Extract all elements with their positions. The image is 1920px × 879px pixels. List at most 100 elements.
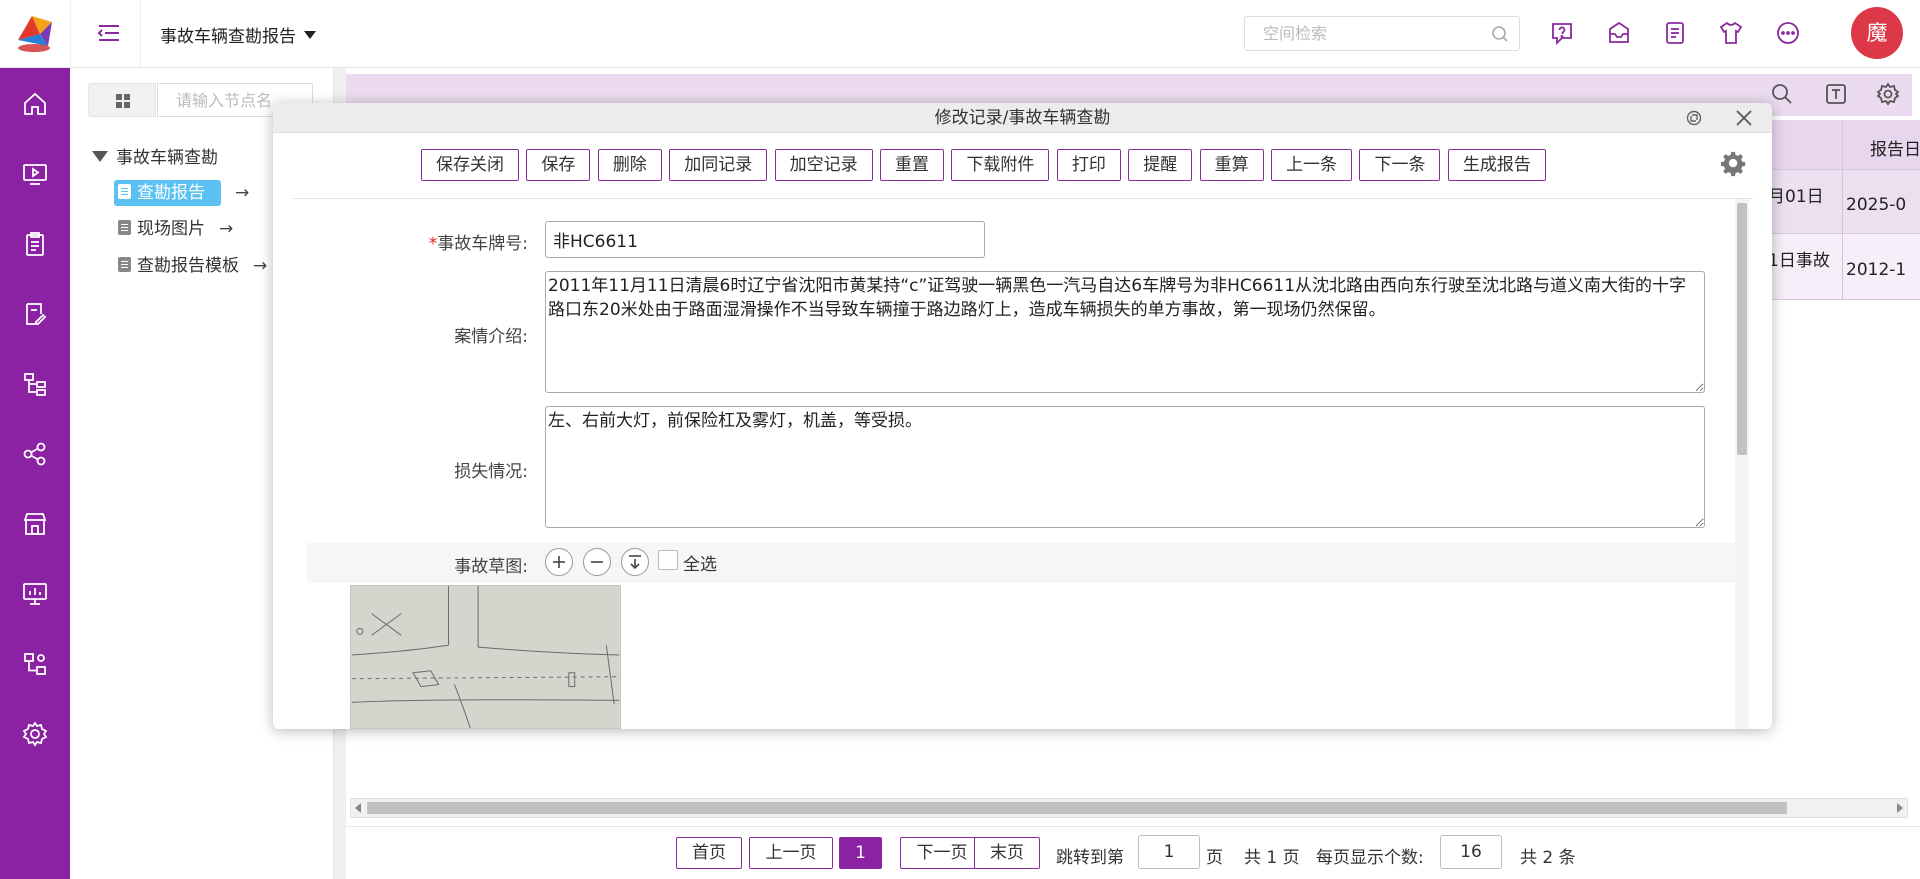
top-header: 事故车辆查勘报告 魔 — [0, 0, 1920, 68]
add-same-record-button[interactable]: 加同记录 — [669, 149, 768, 181]
select-all-label[interactable]: 全选 — [683, 550, 717, 575]
help-icon[interactable] — [1548, 19, 1576, 47]
close-icon[interactable] — [1735, 109, 1753, 127]
next-page-button[interactable]: 下一页 — [900, 837, 984, 869]
tree-item-template[interactable]: 查勘报告模板 → — [118, 251, 267, 276]
first-page-button[interactable]: 首页 — [676, 837, 742, 869]
page-size-input[interactable] — [1440, 835, 1502, 869]
avatar[interactable]: 魔 — [1851, 7, 1903, 59]
expand-triangle-icon[interactable] — [92, 151, 108, 162]
arrow-right-icon[interactable]: → — [253, 256, 267, 276]
prev-page-button[interactable]: 上一页 — [749, 837, 833, 869]
reset-button[interactable]: 重置 — [880, 149, 945, 181]
tree-root-label: 事故车辆查勘 — [116, 148, 218, 168]
horizontal-scrollbar[interactable] — [350, 798, 1908, 818]
modal-title[interactable]: 修改记录/事故车辆查勘 — [273, 103, 1772, 133]
form-edit-icon[interactable] — [21, 300, 49, 328]
scroll-right-icon[interactable] — [1897, 803, 1903, 813]
case-label: 案情介绍: — [454, 327, 528, 347]
search-icon[interactable] — [1491, 25, 1509, 43]
arrow-right-icon[interactable]: → — [219, 219, 233, 239]
total-pages: 共 1 页 — [1244, 848, 1300, 868]
select-all-checkbox[interactable] — [658, 550, 678, 570]
space-search-input[interactable] — [1245, 17, 1475, 50]
inbox-icon[interactable] — [1605, 19, 1633, 47]
loss-label: 损失情况: — [454, 462, 528, 482]
case-description-textarea[interactable]: 2011年11月11日清晨6时辽宁省沈阳市黄某持“c”证驾驶一辆黑色一汽马自达6… — [545, 271, 1705, 393]
more-icon[interactable] — [1774, 19, 1802, 47]
zoom-in-button[interactable] — [545, 548, 573, 576]
menu-toggle-icon[interactable] — [96, 20, 122, 46]
tree-item-label: 查勘报告 — [137, 183, 205, 203]
space-search[interactable] — [1244, 16, 1520, 51]
page-title-dropdown[interactable]: 事故车辆查勘报告 — [160, 22, 316, 47]
screen-play-icon[interactable] — [21, 160, 49, 188]
minus-icon — [591, 561, 603, 563]
document-icon — [118, 184, 131, 199]
app-logo-icon[interactable] — [12, 10, 58, 56]
current-page-button[interactable]: 1 — [839, 837, 882, 869]
table-cell: 2025-0 — [1846, 195, 1907, 215]
tree-structure-icon[interactable] — [21, 370, 49, 398]
save-close-button[interactable]: 保存关闭 — [421, 149, 519, 181]
document-icon — [118, 257, 131, 272]
clipboard-icon[interactable] — [21, 230, 49, 258]
loss-description-textarea[interactable]: 左、右前大灯，前保险杠及雾灯，机盖，等受损。 — [545, 406, 1705, 528]
table-cell: 2012-1 — [1846, 260, 1907, 280]
tree-item-label: 查勘报告模板 — [137, 256, 239, 276]
generate-report-button[interactable]: 生成报告 — [1447, 149, 1546, 181]
column-header-report-date[interactable]: 报告日 — [1870, 135, 1920, 160]
settings-gear-icon[interactable] — [21, 720, 49, 748]
settings-gear-icon[interactable] — [1876, 82, 1900, 106]
sketch-label: 事故草图: — [454, 557, 528, 577]
page-size-label: 每页显示个数: — [1316, 848, 1424, 868]
pagination: 首页 上一页 1 下一页 末页 跳转到第 页 共 1 页 每页显示个数: 共 2… — [346, 826, 1920, 876]
accident-sketch-image[interactable] — [350, 585, 621, 729]
grid-icon — [116, 94, 130, 108]
scroll-thumb[interactable] — [1737, 203, 1747, 455]
last-page-button[interactable]: 末页 — [974, 837, 1040, 869]
tree-root[interactable]: 事故车辆查勘 — [92, 143, 218, 168]
page-title: 事故车辆查勘报告 — [160, 27, 296, 47]
delete-button[interactable]: 删除 — [597, 149, 662, 181]
edit-record-modal: 修改记录/事故车辆查勘 保存关闭 保存 删除 加同记录 加空记录 重置 下载附件… — [273, 103, 1772, 729]
modal-vertical-scrollbar[interactable] — [1735, 199, 1749, 729]
settings-gear-icon[interactable] — [1721, 151, 1747, 177]
prev-record-button[interactable]: 上一条 — [1271, 149, 1353, 181]
search-icon[interactable] — [1770, 82, 1794, 106]
plate-label: *事故车牌号: — [428, 234, 528, 254]
maximize-icon[interactable] — [1686, 110, 1702, 126]
download-attachment-button[interactable]: 下载附件 — [951, 149, 1050, 181]
record-table-fragment: 报告日 月01日 2025-0 1日事故 2012-1 — [1760, 120, 1920, 300]
scroll-left-icon[interactable] — [355, 803, 361, 813]
add-empty-record-button[interactable]: 加空记录 — [774, 149, 873, 181]
download-sketch-button[interactable] — [621, 548, 649, 576]
tree-item-photos[interactable]: 现场图片 → — [118, 214, 233, 239]
recalculate-button[interactable]: 重算 — [1199, 149, 1264, 181]
left-nav — [0, 68, 70, 879]
document-icon — [118, 220, 131, 235]
jump-page-input[interactable] — [1138, 835, 1200, 869]
modal-action-bar: 保存关闭 保存 删除 加同记录 加空记录 重置 下载附件 打印 提醒 重算 上一… — [421, 149, 1548, 181]
theme-shirt-icon[interactable] — [1717, 19, 1745, 47]
scroll-thumb[interactable] — [367, 802, 1787, 814]
tree-item-report[interactable]: 查勘报告 → — [114, 178, 249, 206]
next-record-button[interactable]: 下一条 — [1359, 149, 1441, 181]
text-format-icon[interactable] — [1824, 82, 1848, 106]
save-button[interactable]: 保存 — [526, 149, 591, 181]
remind-button[interactable]: 提醒 — [1128, 149, 1193, 181]
plus-icon — [553, 556, 565, 568]
tree-view-toggle[interactable] — [88, 83, 156, 117]
flow-icon[interactable] — [21, 650, 49, 678]
table-cell: 1日事故 — [1768, 251, 1830, 271]
plate-number-input[interactable] — [545, 221, 985, 258]
store-icon[interactable] — [21, 510, 49, 538]
download-icon — [629, 555, 641, 570]
notes-icon[interactable] — [1661, 19, 1689, 47]
zoom-out-button[interactable] — [583, 548, 611, 576]
share-nodes-icon[interactable] — [21, 440, 49, 468]
print-button[interactable]: 打印 — [1056, 149, 1121, 181]
monitor-chart-icon[interactable] — [21, 580, 49, 608]
arrow-right-icon[interactable]: → — [235, 183, 249, 203]
home-icon[interactable] — [21, 90, 49, 118]
